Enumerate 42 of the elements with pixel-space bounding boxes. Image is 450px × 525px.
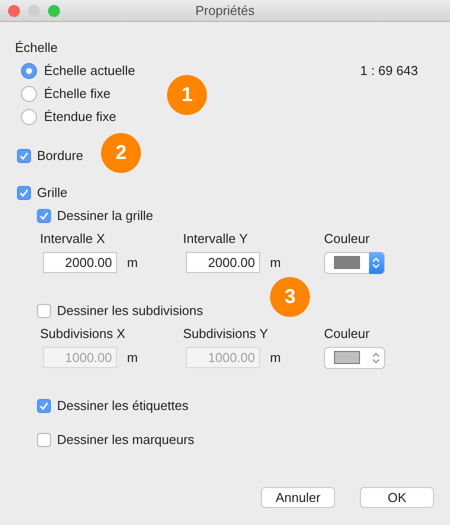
section-label: Échelle — [15, 38, 59, 57]
checkbox[interactable] — [37, 398, 51, 412]
field-label: Subdivisions X — [40, 324, 126, 343]
input-field[interactable]: 2000.00 — [43, 252, 117, 273]
stepper-icon — [372, 352, 380, 364]
radio-button[interactable] — [21, 62, 37, 78]
checkbox[interactable] — [37, 208, 51, 222]
field-label: Subdivisions Y — [183, 324, 270, 343]
unit-label: m — [270, 348, 281, 367]
color-picker[interactable] — [324, 252, 385, 274]
input-field[interactable]: 2000.00 — [186, 252, 260, 273]
dialog-button[interactable]: Annuler — [261, 487, 335, 508]
unit-label: m — [127, 348, 138, 367]
unit-label: m — [270, 254, 281, 272]
scale-value: 1 : 69 643 — [360, 62, 418, 80]
stepper-icon — [372, 256, 380, 268]
checkbox-label: Dessiner les subdivisions — [57, 302, 203, 320]
option-label: Échelle actuelle — [44, 62, 136, 80]
checkbox-label: Grille — [37, 184, 68, 202]
zoom-button[interactable] — [48, 5, 60, 17]
checkbox[interactable] — [37, 432, 51, 446]
field-label: Intervalle X — [40, 230, 106, 248]
dialog-button[interactable]: OK — [360, 487, 434, 508]
radio-button[interactable] — [21, 108, 37, 124]
field-label: Couleur — [324, 324, 371, 343]
radio-button[interactable] — [21, 86, 37, 102]
callout-badge: 2 — [101, 133, 141, 173]
window-title: Propriétés — [195, 2, 255, 20]
option-label: Échelle fixe — [44, 84, 110, 103]
callout-badge: 1 — [167, 75, 207, 115]
checkbox[interactable] — [17, 148, 31, 162]
unit-label: m — [127, 254, 138, 272]
checkbox-label: Dessiner les étiquettes — [57, 396, 189, 415]
checkbox-label: Bordure — [37, 146, 84, 165]
checkbox-label: Dessiner la grille — [57, 206, 154, 225]
field-label: Intervalle Y — [183, 230, 249, 248]
checkbox-label: Dessiner les marqueurs — [57, 430, 194, 449]
close-button[interactable] — [8, 5, 20, 17]
callout-badge: 3 — [270, 277, 310, 317]
option-label: Étendue fixe — [44, 108, 116, 126]
checkbox[interactable] — [17, 186, 31, 200]
field-label: Couleur — [324, 230, 371, 248]
